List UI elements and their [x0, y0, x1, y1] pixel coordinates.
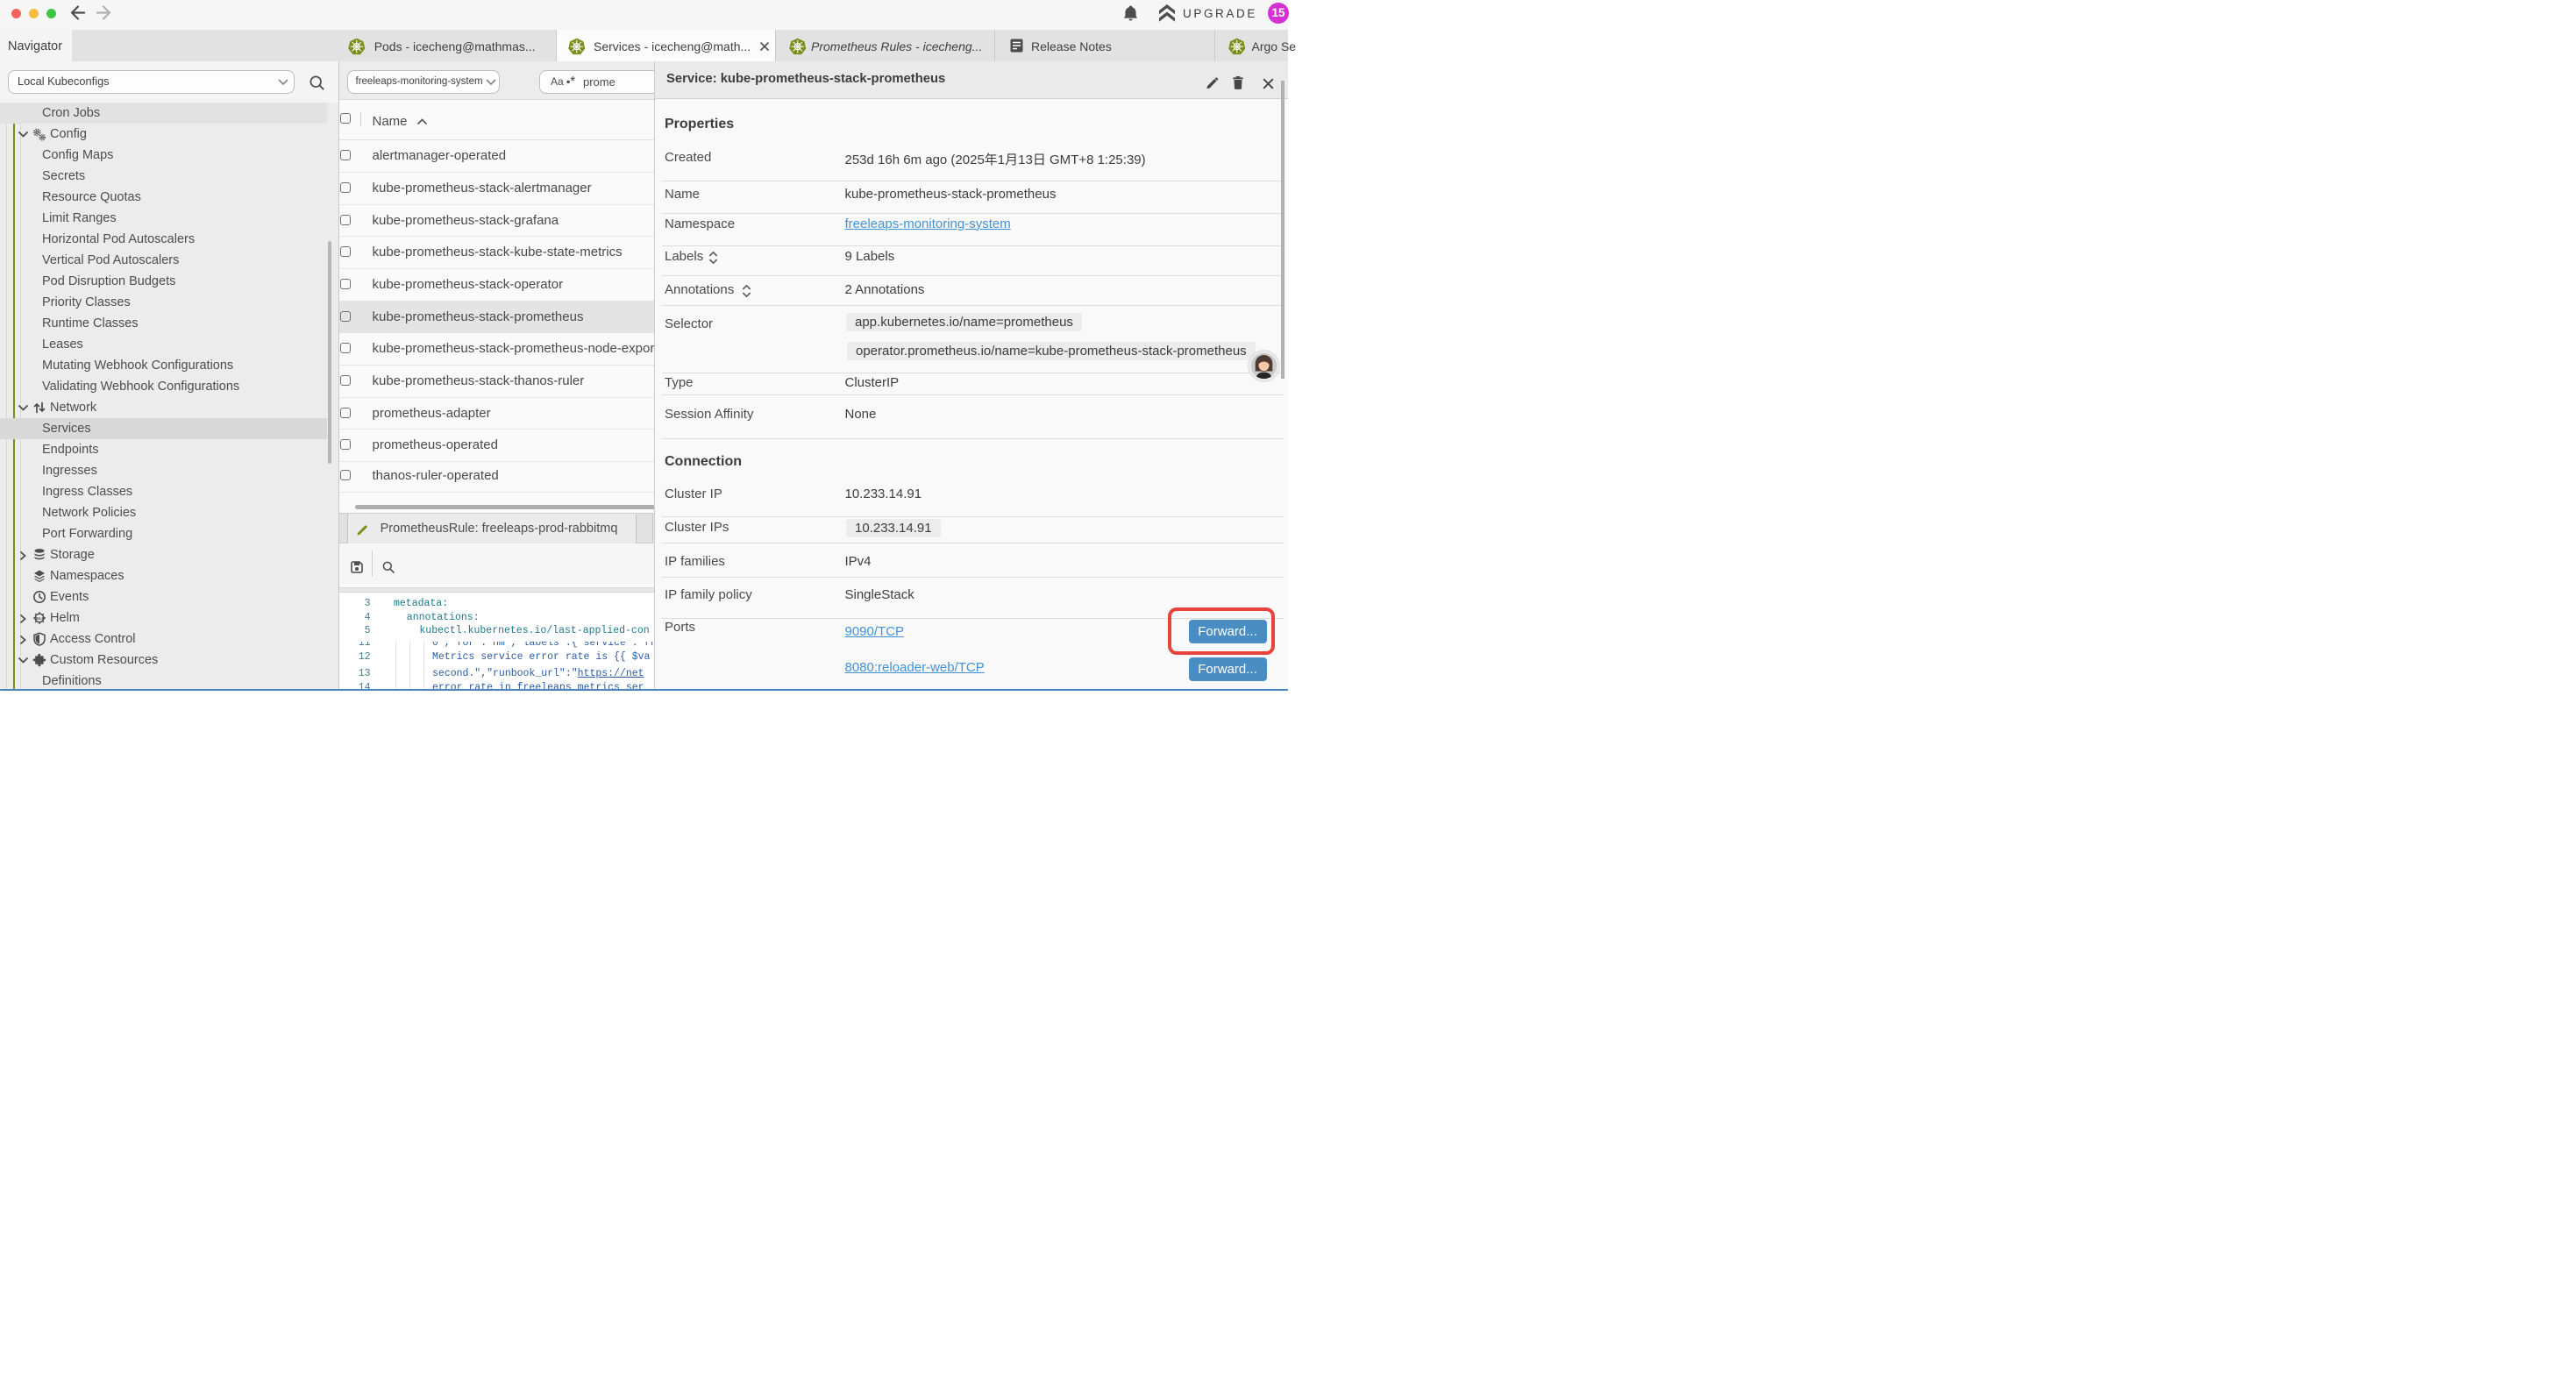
- svg-text:HELM: HELM: [34, 616, 45, 621]
